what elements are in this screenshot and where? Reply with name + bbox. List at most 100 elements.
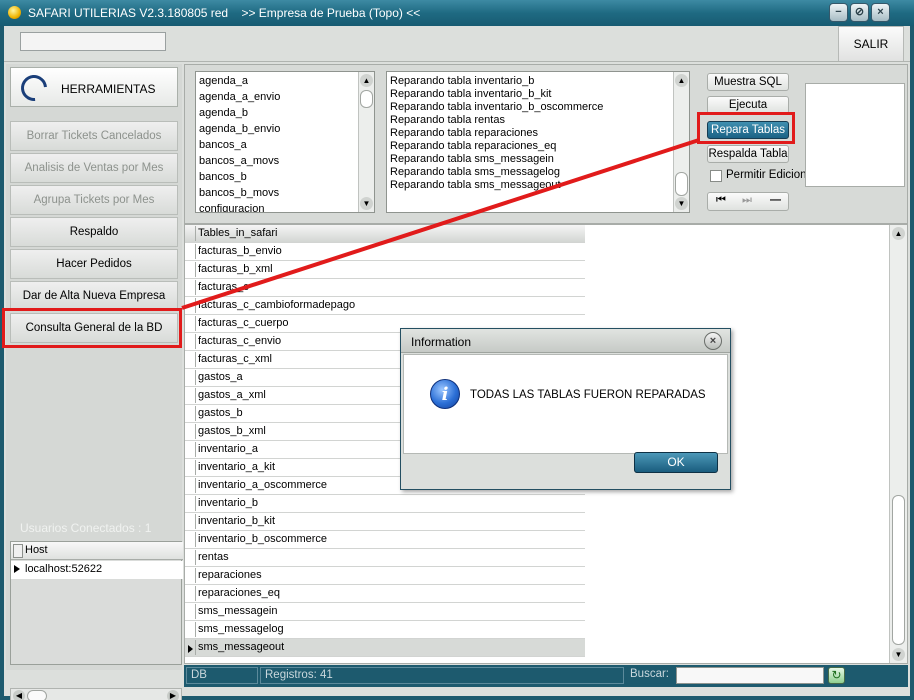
log-vscrollbar[interactable]: ▲ ▼ <box>673 72 689 212</box>
table-row[interactable]: inventario_b <box>185 495 585 513</box>
scroll-thumb[interactable] <box>360 90 373 108</box>
list-item[interactable]: agenda_a <box>199 75 248 87</box>
list-item[interactable]: agenda_b_envio <box>199 123 280 135</box>
title-bar: SAFARI UTILERIAS V2.3.180805 red >> Empr… <box>0 0 914 26</box>
row-indicator <box>186 568 196 583</box>
first-record-icon[interactable]: ⏮ <box>716 194 726 207</box>
row-indicator <box>186 244 196 259</box>
table-row[interactable]: sms_messagein <box>185 603 585 621</box>
analisis-ventas-button[interactable]: Analisis de Ventas por Mes <box>10 153 178 183</box>
grid-vscrollbar[interactable]: ▲ ▼ <box>889 225 907 663</box>
table-row[interactable]: inventario_b_oscommerce <box>185 531 585 549</box>
table-row[interactable]: facturas_b_xml <box>185 261 585 279</box>
alta-empresa-button[interactable]: Dar de Alta Nueva Empresa <box>10 281 178 311</box>
list-item[interactable]: bancos_b <box>199 171 247 183</box>
table-row[interactable]: inventario_b_kit <box>185 513 585 531</box>
close-button[interactable]: × <box>871 3 890 22</box>
scroll-down-icon[interactable]: ▼ <box>892 648 905 661</box>
delete-record-icon[interactable]: — <box>770 194 781 206</box>
information-dialog: Information × i TODAS LAS TABLAS FUERON … <box>400 328 731 490</box>
row-indicator <box>186 496 196 511</box>
next-record-icon[interactable]: ⏭ <box>742 194 752 207</box>
salir-button[interactable]: SALIR <box>838 26 904 62</box>
row-indicator <box>186 280 196 295</box>
row-indicator <box>186 388 196 403</box>
table-row-selected[interactable]: sms_messageout <box>185 639 585 657</box>
table-row[interactable]: facturas_c <box>185 279 585 297</box>
table-row[interactable]: facturas_c_cambioformadepago <box>185 297 585 315</box>
borrar-tickets-button[interactable]: Borrar Tickets Cancelados <box>10 121 178 151</box>
scroll-up-icon[interactable]: ▲ <box>360 74 373 87</box>
grid-header[interactable]: Tables_in_safari <box>185 225 585 243</box>
scroll-up-icon[interactable]: ▲ <box>675 74 688 87</box>
scroll-thumb[interactable] <box>892 495 905 645</box>
respalda-tabla-button[interactable]: Respalda Tabla <box>707 145 789 163</box>
dialog-title: Information <box>411 335 472 349</box>
tables-listbox[interactable]: agenda_a agenda_a_envio agenda_b agenda_… <box>195 71 375 213</box>
hacer-pedidos-button[interactable]: Hacer Pedidos <box>10 249 178 279</box>
users-table-header: Host <box>11 542 183 560</box>
table-row[interactable]: reparaciones <box>185 567 585 585</box>
host-column-header[interactable]: Host <box>25 544 48 556</box>
muestra-sql-button[interactable]: Muestra SQL <box>707 73 789 91</box>
toolbar-divider <box>4 61 910 62</box>
row-indicator <box>186 370 196 385</box>
table-row[interactable]: rentas <box>185 549 585 567</box>
scroll-down-icon[interactable]: ▼ <box>675 197 688 210</box>
table-row[interactable]: facturas_b_envio <box>185 243 585 261</box>
minimize-button[interactable]: − <box>829 3 848 22</box>
annotation-highlight-consulta <box>2 308 182 348</box>
list-item[interactable]: bancos_b_movs <box>199 187 279 199</box>
users-hscrollbar[interactable]: ◀ ▶ <box>10 688 182 700</box>
row-indicator <box>186 442 196 457</box>
users-table-row[interactable]: localhost:52622 <box>11 561 183 579</box>
dialog-titlebar: Information × <box>401 329 730 353</box>
repair-log-box[interactable]: Reparando tabla inventario_b Reparando t… <box>386 71 690 213</box>
dialog-close-button[interactable]: × <box>704 332 722 350</box>
list-item[interactable]: agenda_b <box>199 107 248 119</box>
row-indicator <box>186 550 196 565</box>
scroll-left-icon[interactable]: ◀ <box>13 690 25 700</box>
row-indicator <box>186 586 196 601</box>
permitir-edicion-checkbox[interactable] <box>710 170 722 182</box>
top-search-input[interactable] <box>20 32 166 51</box>
annotation-highlight-repara <box>697 112 795 144</box>
refresh-icon[interactable]: ↻ <box>828 667 845 684</box>
scroll-up-icon[interactable]: ▲ <box>892 227 905 240</box>
table-cell: reparaciones <box>198 569 262 581</box>
agrupa-tickets-button[interactable]: Agrupa Tickets por Mes <box>10 185 178 215</box>
herramientas-header[interactable]: HERRAMIENTAS <box>10 67 178 107</box>
table-cell: gastos_a <box>198 371 243 383</box>
status-bar: DB Registros: 41 Buscar: ↻ <box>184 665 908 687</box>
herramientas-label: HERRAMIENTAS <box>61 82 156 96</box>
row-indicator <box>186 532 196 547</box>
table-cell: inventario_b_kit <box>198 515 276 527</box>
sidebar: HERRAMIENTAS Borrar Tickets Cancelados A… <box>6 64 183 700</box>
table-cell: gastos_b <box>198 407 243 419</box>
row-indicator <box>186 334 196 349</box>
db-status: DB <box>186 667 258 684</box>
list-item[interactable]: configuracion <box>199 203 264 212</box>
log-line: Reparando tabla inventario_b_oscommerce <box>390 101 604 113</box>
list-item[interactable]: bancos_a <box>199 139 247 151</box>
scroll-thumb[interactable] <box>675 172 688 196</box>
table-row[interactable]: reparaciones_eq <box>185 585 585 603</box>
list-item[interactable]: bancos_a_movs <box>199 155 279 167</box>
tables-vscrollbar[interactable]: ▲ ▼ <box>358 72 374 212</box>
log-line: Reparando tabla inventario_b <box>390 75 535 87</box>
ok-button[interactable]: OK <box>634 452 718 473</box>
table-cell: facturas_b_envio <box>198 245 282 257</box>
scroll-thumb[interactable] <box>27 690 47 700</box>
permitir-edicion-label: Permitir Edicion <box>726 169 807 181</box>
scroll-down-icon[interactable]: ▼ <box>360 197 373 210</box>
row-indicator <box>186 622 196 637</box>
list-item[interactable]: agenda_a_envio <box>199 91 280 103</box>
table-row[interactable]: sms_messagelog <box>185 621 585 639</box>
tools-panel: agenda_a agenda_a_envio agenda_b agenda_… <box>184 64 908 224</box>
buscar-input[interactable] <box>676 667 824 684</box>
scroll-right-icon[interactable]: ▶ <box>167 690 179 700</box>
restore-button[interactable]: ⊘ <box>850 3 869 22</box>
respaldo-button[interactable]: Respaldo <box>10 217 178 247</box>
registros-status: Registros: 41 <box>260 667 624 684</box>
app-icon <box>8 6 21 19</box>
